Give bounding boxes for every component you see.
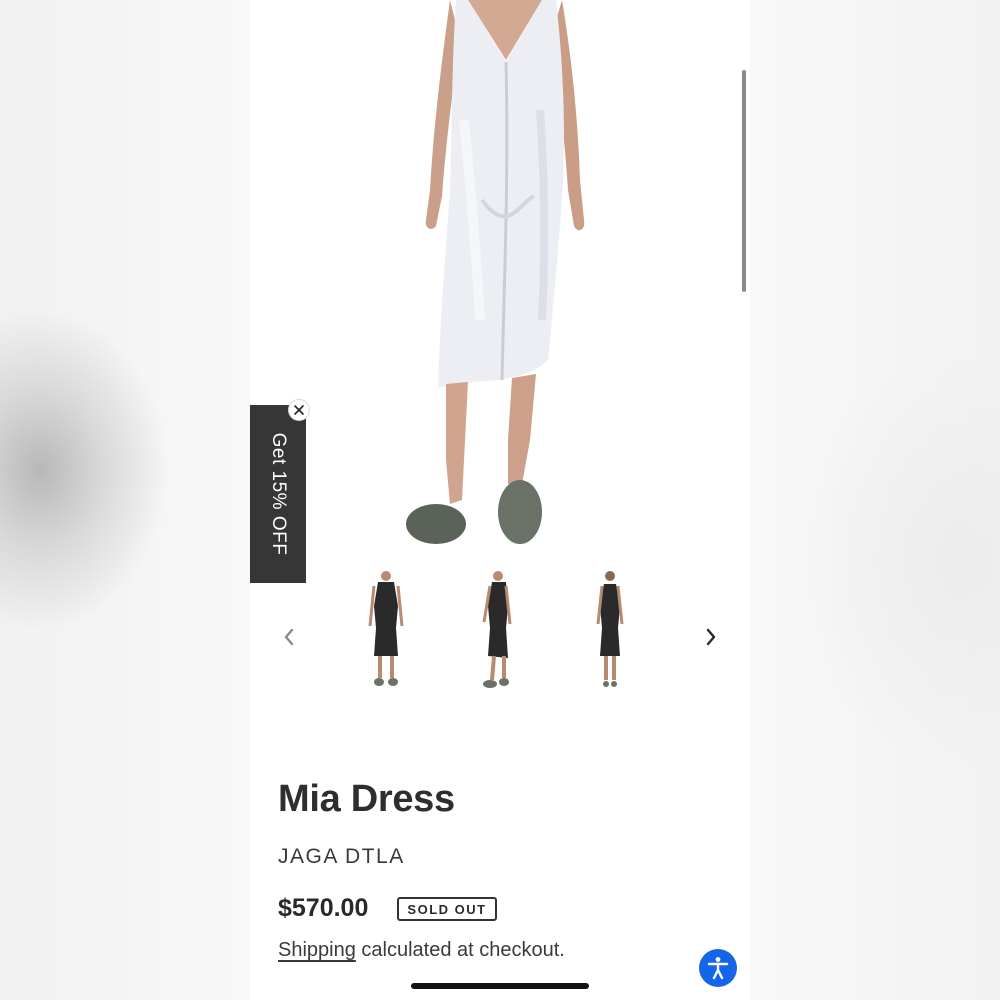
accessibility-button[interactable] <box>699 949 737 987</box>
close-icon[interactable] <box>288 399 310 421</box>
product-title: Mia Dress <box>278 778 455 820</box>
thumbnail-back-view[interactable] <box>580 566 640 696</box>
scrollbar[interactable] <box>742 70 746 292</box>
product-page: Get 15% OFF Mia Dress JAGA DTLA $570.00 … <box>250 0 750 1000</box>
shipping-note: Shipping calculated at checkout. <box>278 939 565 962</box>
chevron-right-icon[interactable] <box>696 622 726 652</box>
promo-label: Get 15% OFF <box>268 432 289 556</box>
home-indicator[interactable] <box>411 983 589 989</box>
thumbnail-front-view[interactable] <box>356 566 416 696</box>
chevron-left-icon[interactable] <box>274 622 304 652</box>
product-price: $570.00 <box>278 894 369 922</box>
shipping-note-text: calculated at checkout. <box>355 939 565 961</box>
product-vendor[interactable]: JAGA DTLA <box>278 845 405 869</box>
accessibility-icon <box>707 957 729 980</box>
discount-promo-tab[interactable]: Get 15% OFF <box>250 405 306 583</box>
main-product-image[interactable] <box>250 0 750 560</box>
thumbnail-side-view[interactable] <box>468 566 528 696</box>
shipping-link[interactable]: Shipping <box>278 939 356 961</box>
sold-out-badge: SOLD OUT <box>397 897 497 921</box>
